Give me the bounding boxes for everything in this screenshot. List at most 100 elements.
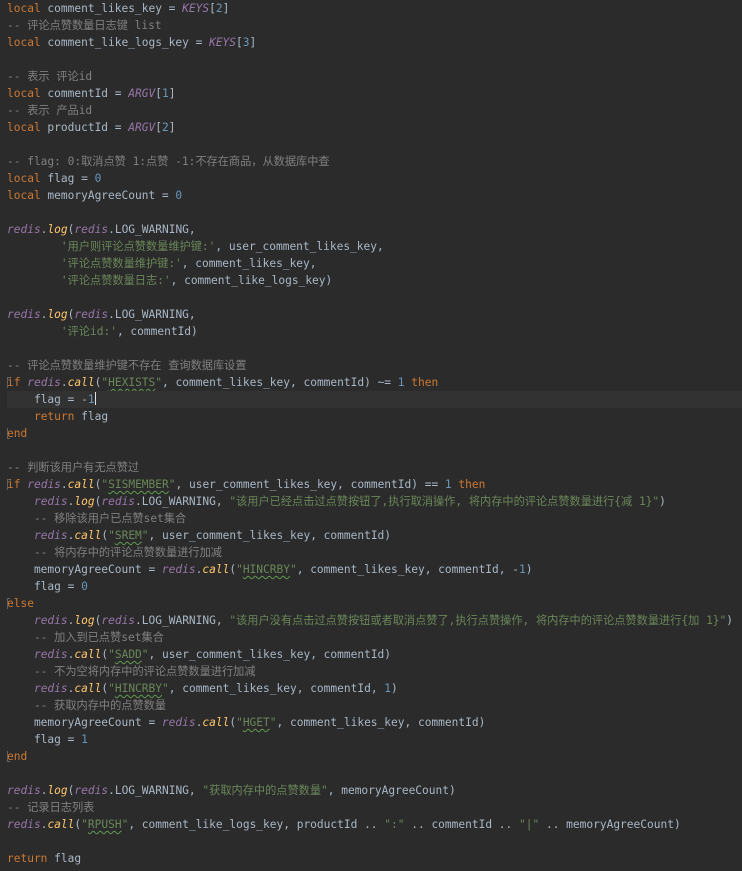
code-token: 1 bbox=[444, 478, 452, 491]
code-token: redis bbox=[74, 784, 109, 797]
code-line[interactable]: memoryAgreeCount = redis.call("HINCRBY",… bbox=[7, 561, 742, 578]
code-line[interactable]: flag = -1 bbox=[7, 391, 742, 408]
code-line[interactable]: -- 评论点赞数量日志键 list bbox=[7, 17, 742, 34]
code-line[interactable]: return flag bbox=[7, 408, 742, 425]
code-line[interactable]: local memoryAgreeCount = 0 bbox=[7, 187, 742, 204]
code-line[interactable]: -- 表示 评论id bbox=[7, 68, 742, 85]
code-line[interactable]: redis.call("HINCRBY", comment_likes_key,… bbox=[7, 680, 742, 697]
code-line[interactable]: if redis.call("SISMEMBER", user_comment_… bbox=[7, 476, 742, 493]
code-line[interactable]: return flag bbox=[7, 850, 742, 867]
code-line[interactable]: local comment_like_logs_key = KEYS[3] bbox=[7, 34, 742, 51]
code-token: memoryAgreeCount = bbox=[7, 716, 162, 729]
code-line[interactable]: -- 表示 产品id bbox=[7, 102, 742, 119]
code-area[interactable]: local comment_likes_key = KEYS[2] -- 评论点赞… bbox=[0, 0, 742, 867]
code-token: local bbox=[7, 36, 41, 49]
code-line[interactable] bbox=[7, 136, 742, 153]
code-token: local bbox=[7, 87, 41, 100]
fold-start-marker[interactable] bbox=[7, 598, 10, 609]
code-line[interactable] bbox=[7, 340, 742, 357]
code-line[interactable]: redis.log(redis.LOG_WARNING, bbox=[7, 306, 742, 323]
code-token: '评论点赞数量日志:' bbox=[60, 274, 171, 287]
code-line[interactable]: -- flag: 0:取消点赞 1:点赞 -1:不存在商品，从数据库中查 bbox=[7, 153, 742, 170]
code-token: call bbox=[202, 716, 230, 729]
code-line[interactable]: local flag = 0 bbox=[7, 170, 742, 187]
code-line[interactable]: redis.call("SREM", user_comment_likes_ke… bbox=[7, 527, 742, 544]
code-line[interactable]: end bbox=[7, 425, 742, 442]
code-line[interactable]: '评论点赞数量日志:', comment_like_logs_key) bbox=[7, 272, 742, 289]
code-line[interactable]: '评论id:', commentId) bbox=[7, 323, 742, 340]
code-token: -- 将内存中的评论点赞数量进行加减 bbox=[7, 546, 222, 559]
code-token: HINCRBY bbox=[242, 563, 290, 576]
code-token: 0 bbox=[94, 172, 102, 185]
code-line[interactable] bbox=[7, 765, 742, 782]
code-line[interactable]: -- 不为空将内存中的评论点赞数量进行加减 bbox=[7, 663, 742, 680]
code-line[interactable]: end bbox=[7, 748, 742, 765]
code-line[interactable]: redis.log(redis.LOG_WARNING, bbox=[7, 221, 742, 238]
code-token: ] bbox=[168, 121, 176, 134]
code-token: end bbox=[7, 427, 28, 440]
code-token: ] bbox=[249, 36, 257, 49]
code-token: redis bbox=[7, 818, 41, 831]
code-line[interactable] bbox=[7, 51, 742, 68]
code-token: . bbox=[60, 478, 68, 491]
code-line[interactable]: -- 记录日志列表 bbox=[7, 799, 742, 816]
code-token: 2 bbox=[161, 121, 169, 134]
code-token: [ bbox=[155, 121, 162, 134]
code-line[interactable]: redis.log(redis.LOG_WARNING, "该用户已经点击过点赞… bbox=[7, 493, 742, 510]
code-editor[interactable]: local comment_likes_key = KEYS[2] -- 评论点赞… bbox=[0, 0, 742, 871]
code-token: HINCRBY bbox=[114, 682, 162, 695]
code-line[interactable]: redis.call("RPUSH", comment_like_logs_ke… bbox=[7, 816, 742, 833]
code-token: productId = bbox=[40, 121, 129, 134]
code-token: '评论id:' bbox=[60, 325, 117, 338]
code-token: call bbox=[67, 376, 95, 389]
fold-end-marker[interactable] bbox=[7, 428, 10, 439]
code-token: '评论点赞数量维护键:' bbox=[60, 257, 182, 270]
code-token: .LOG_WARNING, bbox=[135, 495, 230, 508]
code-line[interactable]: local commentId = ARGV[1] bbox=[7, 85, 742, 102]
code-line[interactable]: redis.call("SADD", user_comment_likes_ke… bbox=[7, 646, 742, 663]
code-token: call bbox=[47, 818, 75, 831]
code-token: redis bbox=[101, 495, 136, 508]
code-line[interactable] bbox=[7, 833, 742, 850]
fold-start-marker[interactable] bbox=[7, 479, 10, 490]
code-line[interactable]: memoryAgreeCount = redis.call("HGET", co… bbox=[7, 714, 742, 731]
code-line[interactable]: -- 获取内存中的点赞数量 bbox=[7, 697, 742, 714]
code-token: redis bbox=[33, 529, 68, 542]
code-line[interactable]: flag = 1 bbox=[7, 731, 742, 748]
code-token: flag = bbox=[7, 733, 82, 746]
code-line[interactable] bbox=[7, 204, 742, 221]
code-token: " bbox=[289, 563, 297, 576]
code-token: 2 bbox=[215, 2, 223, 15]
code-line[interactable]: flag = 0 bbox=[7, 578, 742, 595]
code-line[interactable]: -- 移除该用户已点赞set集合 bbox=[7, 510, 742, 527]
code-line[interactable] bbox=[7, 442, 742, 459]
code-line[interactable] bbox=[7, 289, 742, 306]
code-token: commentId = bbox=[40, 87, 129, 100]
code-line[interactable]: -- 将内存中的评论点赞数量进行加减 bbox=[7, 544, 742, 561]
code-token: log bbox=[47, 223, 68, 236]
code-line[interactable]: local comment_likes_key = KEYS[2] bbox=[7, 0, 742, 17]
code-token: then bbox=[458, 478, 486, 491]
code-line[interactable]: redis.log(redis.LOG_WARNING, "该用户没有点击过点赞… bbox=[7, 612, 742, 629]
code-line[interactable]: -- 加入到已点赞set集合 bbox=[7, 629, 742, 646]
code-line[interactable]: -- 评论点赞数量维护键不存在 查询数据库设置 bbox=[7, 357, 742, 374]
code-token: " bbox=[141, 529, 149, 542]
code-line[interactable]: '评论点赞数量维护键:', comment_likes_key, bbox=[7, 255, 742, 272]
code-token: local bbox=[7, 189, 41, 202]
code-token: else bbox=[7, 597, 34, 610]
fold-end-marker[interactable] bbox=[7, 751, 10, 762]
code-token: " bbox=[108, 529, 115, 542]
code-line[interactable]: redis.log(redis.LOG_WARNING, "获取内存中的点赞数量… bbox=[7, 782, 742, 799]
code-line[interactable]: '用户则评论点赞数量维护键:', user_comment_likes_key, bbox=[7, 238, 742, 255]
code-token: , comment_like_logs_key) bbox=[170, 274, 333, 287]
code-line[interactable]: -- 判断该用户有无点赞过 bbox=[7, 459, 742, 476]
code-token: -- 评论点赞数量维护键不存在 查询数据库设置 bbox=[7, 359, 247, 372]
code-line[interactable]: local productId = ARGV[2] bbox=[7, 119, 742, 136]
fold-start-marker[interactable] bbox=[7, 377, 10, 388]
code-line[interactable]: if redis.call("HEXISTS", comment_likes_k… bbox=[7, 374, 742, 391]
code-token: ":" bbox=[384, 818, 405, 831]
code-line[interactable]: else bbox=[7, 595, 742, 612]
code-token: redis bbox=[33, 682, 68, 695]
code-token: SADD bbox=[114, 648, 142, 661]
code-token: .LOG_WARNING, bbox=[135, 614, 230, 627]
